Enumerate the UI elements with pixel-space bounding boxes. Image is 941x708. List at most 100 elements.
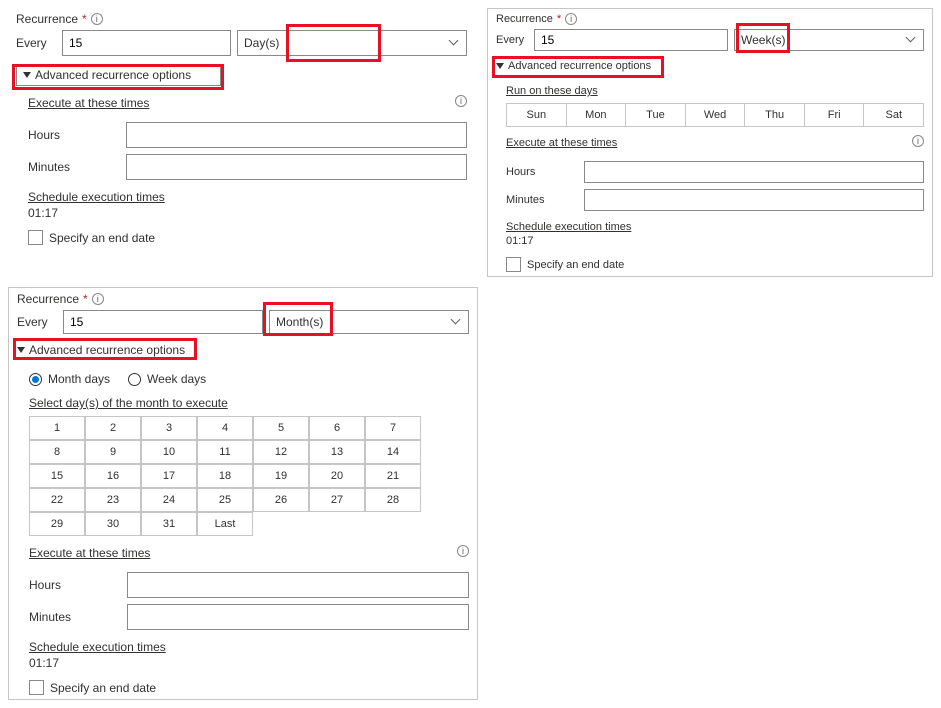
day-26[interactable]: 26 (253, 488, 309, 512)
hours-input[interactable] (126, 122, 467, 148)
end-date-label: Specify an end date (49, 231, 155, 245)
unit-select-week[interactable]: Week(s) (734, 29, 924, 51)
end-date-checkbox[interactable] (29, 680, 44, 695)
unit-select-value: Month(s) (276, 315, 323, 329)
day-25[interactable]: 25 (197, 488, 253, 512)
minutes-input[interactable] (584, 189, 924, 211)
day-last[interactable]: Last (197, 512, 253, 536)
day-19[interactable]: 19 (253, 464, 309, 488)
chevron-down-icon (452, 317, 462, 327)
info-icon[interactable]: i (565, 13, 577, 25)
mode-week-days-radio[interactable] (128, 373, 141, 386)
minutes-input[interactable] (126, 154, 467, 180)
day-23[interactable]: 23 (85, 488, 141, 512)
day-18[interactable]: 18 (197, 464, 253, 488)
day-4[interactable]: 4 (197, 416, 253, 440)
day-sun[interactable]: Sun (506, 103, 567, 127)
day-29[interactable]: 29 (29, 512, 85, 536)
end-date-label: Specify an end date (527, 259, 624, 271)
mode-week-days-label: Week days (147, 372, 206, 386)
unit-select-day[interactable]: Day(s) (237, 30, 467, 56)
day-wed[interactable]: Wed (686, 103, 746, 127)
day-8[interactable]: 8 (29, 440, 85, 464)
day-6[interactable]: 6 (309, 416, 365, 440)
required-asterisk: * (557, 13, 561, 25)
day-mon[interactable]: Mon (567, 103, 627, 127)
minutes-label: Minutes (28, 160, 118, 174)
unit-select-month[interactable]: Month(s) (269, 310, 469, 334)
required-asterisk: * (82, 12, 87, 26)
day-12[interactable]: 12 (253, 440, 309, 464)
day-17[interactable]: 17 (141, 464, 197, 488)
schedule-header: Schedule execution times (28, 190, 467, 204)
end-date-checkbox[interactable] (28, 230, 43, 245)
day-fri[interactable]: Fri (805, 103, 865, 127)
day-9[interactable]: 9 (85, 440, 141, 464)
end-date-label: Specify an end date (50, 681, 156, 695)
advanced-toggle[interactable]: Advanced recurrence options (17, 340, 197, 360)
day-20[interactable]: 20 (309, 464, 365, 488)
day-21[interactable]: 21 (365, 464, 421, 488)
recurrence-week-panel: Recurrence * i Every Week(s) Advanced re… (487, 8, 933, 277)
day-thu[interactable]: Thu (745, 103, 805, 127)
day-31[interactable]: 31 (141, 512, 197, 536)
every-value-input[interactable] (62, 30, 231, 56)
schedule-time: 01:17 (506, 235, 924, 247)
day-11[interactable]: 11 (197, 440, 253, 464)
hours-label: Hours (506, 166, 576, 178)
execute-times-header: Execute at these times (28, 96, 149, 110)
day-24[interactable]: 24 (141, 488, 197, 512)
every-label: Every (496, 34, 528, 46)
execute-times-header: Execute at these times (29, 546, 150, 560)
minutes-label: Minutes (29, 610, 119, 624)
info-icon[interactable]: i (455, 95, 467, 107)
chevron-down-icon (450, 38, 460, 48)
day-1[interactable]: 1 (29, 416, 85, 440)
day-3[interactable]: 3 (141, 416, 197, 440)
mode-month-days-radio[interactable] (29, 373, 42, 386)
every-label: Every (17, 315, 57, 329)
day-10[interactable]: 10 (141, 440, 197, 464)
hours-input[interactable] (127, 572, 469, 598)
day-7[interactable]: 7 (365, 416, 421, 440)
minutes-label: Minutes (506, 194, 576, 206)
recurrence-label: Recurrence (16, 12, 78, 26)
chevron-down-icon (23, 72, 31, 78)
day-14[interactable]: 14 (365, 440, 421, 464)
hours-label: Hours (28, 128, 118, 142)
day-22[interactable]: 22 (29, 488, 85, 512)
weekday-picker: Sun Mon Tue Wed Thu Fri Sat (506, 103, 924, 127)
info-icon[interactable]: i (457, 545, 469, 557)
every-label: Every (16, 36, 56, 50)
schedule-time: 01:17 (29, 656, 469, 670)
schedule-time: 01:17 (28, 206, 467, 220)
info-icon[interactable]: i (912, 135, 924, 147)
info-icon[interactable]: i (92, 293, 104, 305)
chevron-down-icon (496, 63, 504, 69)
every-value-input[interactable] (63, 310, 263, 334)
day-30[interactable]: 30 (85, 512, 141, 536)
run-days-header: Run on these days (506, 85, 924, 97)
day-15[interactable]: 15 (29, 464, 85, 488)
day-13[interactable]: 13 (309, 440, 365, 464)
day-tue[interactable]: Tue (626, 103, 686, 127)
advanced-toggle[interactable]: Advanced recurrence options (16, 64, 221, 86)
day-sat[interactable]: Sat (864, 103, 924, 127)
advanced-label: Advanced recurrence options (508, 60, 651, 72)
day-5[interactable]: 5 (253, 416, 309, 440)
day-2[interactable]: 2 (85, 416, 141, 440)
hours-input[interactable] (584, 161, 924, 183)
info-icon[interactable]: i (91, 13, 103, 25)
every-value-input[interactable] (534, 29, 728, 51)
minutes-input[interactable] (127, 604, 469, 630)
advanced-toggle[interactable]: Advanced recurrence options (496, 57, 666, 75)
day-16[interactable]: 16 (85, 464, 141, 488)
schedule-header: Schedule execution times (506, 221, 924, 233)
unit-select-value: Week(s) (741, 33, 785, 47)
recurrence-label: Recurrence (17, 292, 79, 306)
execute-times-header: Execute at these times (506, 137, 617, 149)
day-27[interactable]: 27 (309, 488, 365, 512)
end-date-checkbox[interactable] (506, 257, 521, 272)
day-28[interactable]: 28 (365, 488, 421, 512)
month-day-grid: 1 2 3 4 5 6 7 8 9 10 11 12 13 14 15 16 1… (29, 416, 469, 536)
